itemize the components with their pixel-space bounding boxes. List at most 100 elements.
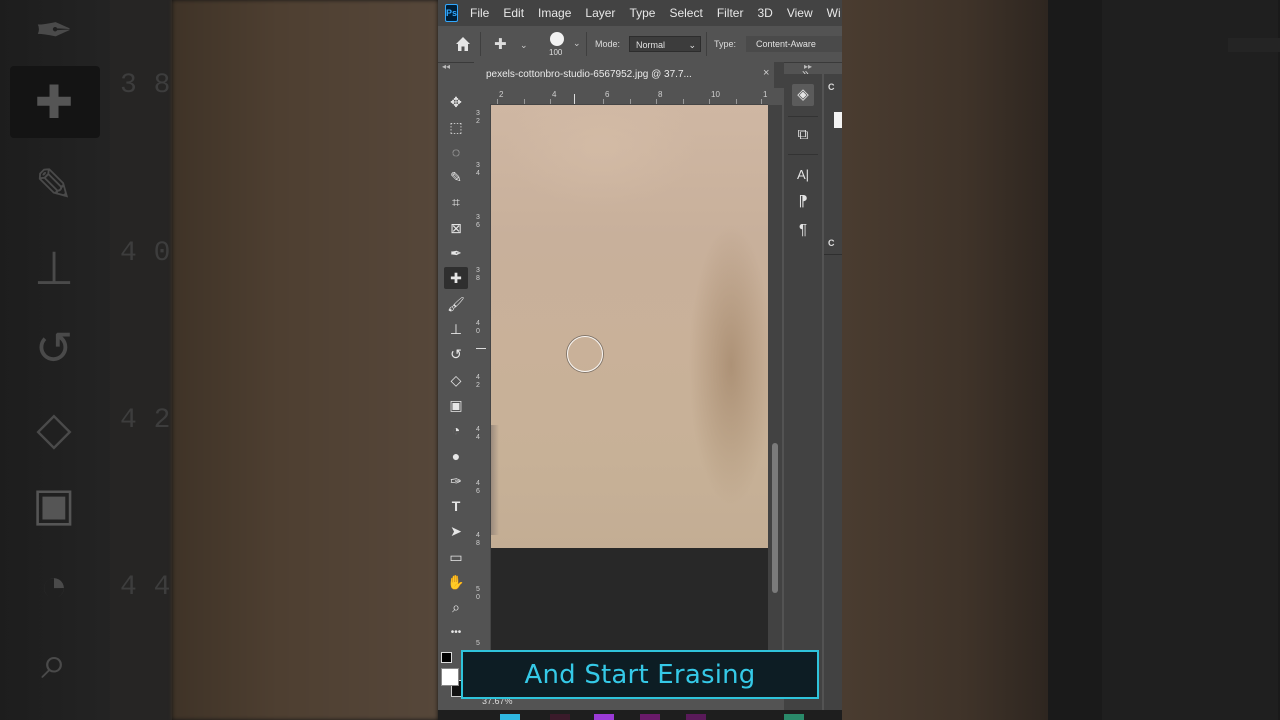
mode-select[interactable]: Normal ⌄ <box>629 36 701 52</box>
clone-stamp-tool-icon[interactable]: ⊥ <box>444 318 468 340</box>
adjustments-panel-icon[interactable]: ⧉ <box>792 124 814 146</box>
blurred-brush-icon: ✎ <box>34 159 74 211</box>
taskbar-app-icon[interactable] <box>784 714 804 720</box>
more-tools-icon[interactable]: ••• <box>444 622 468 644</box>
taskbar-app-icon[interactable] <box>640 714 660 720</box>
chevron-down-icon: ⌄ <box>688 40 696 50</box>
vertical-scrollbar[interactable] <box>768 105 782 695</box>
photoshop-window: Ps File Edit Image Layer Type Select Fil… <box>438 0 842 720</box>
rectangle-tool-icon[interactable]: ▭ <box>444 546 468 568</box>
taskbar-app-icon[interactable] <box>686 714 706 720</box>
skin-photo[interactable] <box>491 105 768 548</box>
menu-type[interactable]: Type <box>629 6 655 20</box>
ruler-label: 4 6 <box>476 480 480 495</box>
foreground-color-swatch[interactable] <box>441 668 459 686</box>
blurred-ruler-digit: 4 2 <box>120 405 171 436</box>
ruler-label: 2 <box>499 90 504 99</box>
home-icon[interactable] <box>453 34 473 54</box>
brush-tip-preview[interactable] <box>550 32 564 46</box>
taskbar-app-icon[interactable] <box>550 714 570 720</box>
menu-bar: Ps File Edit Image Layer Type Select Fil… <box>438 0 842 26</box>
blur-tool-icon[interactable]: ◔ <box>444 419 468 441</box>
frame-tool-icon[interactable]: ⊠ <box>444 217 468 239</box>
dodge-tool-icon[interactable]: ● <box>444 445 468 467</box>
blurred-gradient-icon: ▣ <box>32 478 76 530</box>
ruler-label: 3 6 <box>476 214 480 229</box>
menu-edit[interactable]: Edit <box>503 6 524 20</box>
toolbar: ✥ ⬚ ◌ ✎ ⌗ ⊠ ✒ ✚ 🖌 ⊥ ↺ ◇ ▣ ◔ ● ✑ T ➤ ▭ ✋ … <box>438 88 474 720</box>
ruler-label: 4 0 <box>476 320 480 335</box>
ruler-label: 5 0 <box>476 586 480 601</box>
menu-select[interactable]: Select <box>669 6 702 20</box>
blurred-photo-right <box>842 0 1048 720</box>
menu-window[interactable]: Wi <box>827 6 841 20</box>
quick-selection-tool-icon[interactable]: ✎ <box>444 166 468 188</box>
close-icon[interactable]: × <box>763 67 769 79</box>
blurred-ruler-digit: 4 4 <box>120 572 171 603</box>
ruler-label: 3 8 <box>476 267 480 282</box>
taskbar-app-icon[interactable] <box>500 714 520 720</box>
mode-label: Mode: <box>595 39 621 49</box>
document-canvas[interactable] <box>491 105 768 695</box>
menu-file[interactable]: File <box>470 6 489 20</box>
photoshop-logo-icon[interactable]: Ps <box>445 4 459 22</box>
blurred-stamp-icon: ⊥ <box>33 242 75 294</box>
brush-tool-icon[interactable]: 🖌 <box>444 293 468 315</box>
blurred-ruler-digit: 3 8 <box>120 70 171 101</box>
character-panel-icon[interactable]: A| <box>792 164 814 186</box>
pen-tool-icon[interactable]: ✑ <box>444 470 468 492</box>
paragraph-panel-icon[interactable]: ¶ <box>792 219 814 241</box>
marquee-tool-icon[interactable]: ⬚ <box>444 116 468 138</box>
mode-value: Normal <box>636 40 666 50</box>
panel-collapse-icon[interactable]: ▸▸ <box>804 62 812 71</box>
taskbar <box>438 710 842 720</box>
ruler-label: 4 2 <box>476 374 480 389</box>
type-tool-icon[interactable]: T <box>444 495 468 517</box>
chevron-down-icon[interactable]: ⌄ <box>573 38 581 49</box>
history-brush-tool-icon[interactable]: ↺ <box>444 343 468 365</box>
document-tab-title: pexels-cottonbro-studio-6567952.jpg @ 37… <box>486 69 692 80</box>
taskbar-app-icon[interactable] <box>594 714 614 720</box>
document-tab[interactable]: pexels-cottonbro-studio-6567952.jpg @ 37… <box>474 62 774 88</box>
content-aware-option[interactable]: Content-Aware <box>746 36 842 52</box>
ruler-label: 4 <box>552 90 557 99</box>
ruler-label: 4 8 <box>476 532 480 547</box>
layers-panel-icon[interactable]: ◈ <box>792 84 814 106</box>
color-preview[interactable] <box>834 112 842 128</box>
vertical-ruler: 3 2 3 4 3 6 3 8 4 0 4 2 4 4 4 6 4 8 5 0 … <box>474 104 491 656</box>
move-tool-icon[interactable]: ✥ <box>444 91 468 113</box>
menu-3d[interactable]: 3D <box>757 6 772 20</box>
menu-image[interactable]: Image <box>538 6 571 20</box>
scrollbar-thumb[interactable] <box>772 443 778 593</box>
options-bar: ✚ ⌄ 100 ⌄ Mode: Normal ⌄ Type: Content-A… <box>438 26 842 63</box>
chevron-down-icon[interactable]: ⌄ <box>520 40 528 51</box>
panel-title: C <box>828 82 835 92</box>
brush-size-readout: 100 <box>549 48 563 57</box>
ruler-label: 1 <box>763 90 768 99</box>
blurred-ruler <box>110 0 172 720</box>
panel-dock: ▸▸ ◈ ⧉ A| ⁋ ¶ <box>784 62 822 720</box>
ruler-label: 4 4 <box>476 426 480 441</box>
eraser-tool-icon[interactable]: ◇ <box>444 369 468 391</box>
toolbar-collapse-icon[interactable]: ◂◂ <box>442 62 450 71</box>
spot-healing-brush-tool-icon[interactable]: ✚ <box>444 267 468 289</box>
path-selection-tool-icon[interactable]: ➤ <box>444 520 468 542</box>
gradient-tool-icon[interactable]: ▣ <box>444 394 468 416</box>
ruler-label: 10 <box>711 90 720 99</box>
zoom-tool-icon[interactable]: ⌕ <box>444 596 468 618</box>
lasso-tool-icon[interactable]: ◌ <box>444 141 468 163</box>
blurred-blur-icon: ◔ <box>40 559 68 611</box>
default-colors-icon[interactable] <box>441 652 452 663</box>
crop-tool-icon[interactable]: ⌗ <box>444 191 468 213</box>
eyedropper-tool-icon[interactable]: ✒ <box>444 242 468 264</box>
blurred-eyedropper-icon: ✒ <box>34 4 74 56</box>
menu-view[interactable]: View <box>787 6 813 20</box>
healing-brush-preset-icon[interactable]: ✚ <box>494 35 507 53</box>
menu-layer[interactable]: Layer <box>585 6 615 20</box>
caption-text: And Start Erasing <box>524 659 756 690</box>
hand-tool-icon[interactable]: ✋ <box>444 571 468 593</box>
glyphs-panel-icon[interactable]: ⁋ <box>792 191 814 213</box>
menu-filter[interactable]: Filter <box>717 6 744 20</box>
ruler-cursor-marker <box>476 348 486 349</box>
blurred-dodge-icon: ⌕ <box>41 636 67 688</box>
